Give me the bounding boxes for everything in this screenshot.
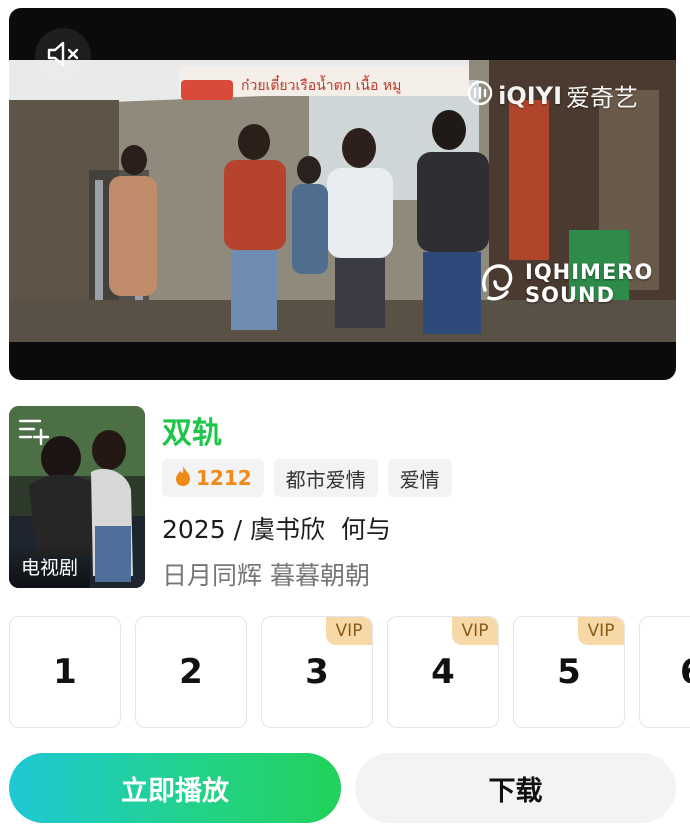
episode-button-4[interactable]: 4 VIP	[387, 616, 499, 728]
episode-button-2[interactable]: 2	[135, 616, 247, 728]
episode-number: 5	[557, 652, 581, 692]
video-player[interactable]: ก๋วยเตี๋ยวเรือน้ำตก เนื้อ หมู iQIYI 爱奇艺 …	[9, 8, 676, 380]
svg-text:ก๋วยเตี๋ยวเรือน้ำตก เนื้อ หมู: ก๋วยเตี๋ยวเรือน้ำตก เนื้อ หมู	[241, 75, 401, 94]
iqiyi-watermark-cn: 爱奇艺	[566, 84, 638, 112]
vip-badge: VIP	[578, 617, 624, 645]
iqiyi-logo-icon	[466, 80, 494, 112]
episode-button-3[interactable]: 3 VIP	[261, 616, 373, 728]
play-now-button[interactable]: 立即播放	[9, 753, 341, 823]
vip-badge: VIP	[452, 617, 498, 645]
add-to-list-icon[interactable]	[17, 416, 51, 450]
speaker-muted-icon	[46, 40, 80, 72]
poster-type-label: 电视剧	[9, 545, 91, 588]
iqiyi-watermark: iQIYI 爱奇艺	[466, 78, 638, 113]
episode-number: 4	[431, 652, 455, 692]
mute-toggle-button[interactable]	[35, 28, 91, 84]
genre-tag[interactable]: 爱情	[387, 459, 452, 497]
genre-tag[interactable]: 都市爱情	[273, 459, 378, 497]
episode-number: 1	[53, 652, 77, 692]
vip-badge: VIP	[326, 617, 372, 645]
sound-watermark-line2: SOUND	[525, 283, 616, 307]
show-tags: 1212 都市爱情 爱情	[162, 459, 452, 497]
iqiyi-watermark-en: iQIYI	[498, 81, 562, 110]
episode-number: 2	[179, 652, 203, 692]
episode-number: 3	[305, 652, 329, 692]
heat-badge: 1212	[162, 459, 264, 497]
download-button[interactable]: 下载	[355, 753, 676, 823]
show-poster[interactable]: 电视剧	[9, 406, 145, 588]
episode-button-6[interactable]: 6	[639, 616, 690, 728]
sound-logo-icon	[477, 260, 517, 308]
sound-watermark: IQHIMERO SOUND	[477, 260, 653, 308]
show-title: 双轨	[162, 416, 222, 451]
related-titles: 日月同辉 暮暮朝朝	[162, 561, 370, 590]
year-and-cast: 2025 / 虞书欣 何与	[162, 515, 391, 544]
episode-button-5[interactable]: 5 VIP	[513, 616, 625, 728]
episode-list[interactable]: 1 2 3 VIP 4 VIP 5 VIP 6	[9, 616, 690, 730]
sound-watermark-line1: IQHIMERO	[525, 260, 654, 284]
episode-number: 6	[680, 652, 690, 692]
flame-icon	[174, 465, 192, 492]
heat-value: 1212	[196, 466, 252, 490]
episode-button-1[interactable]: 1	[9, 616, 121, 728]
